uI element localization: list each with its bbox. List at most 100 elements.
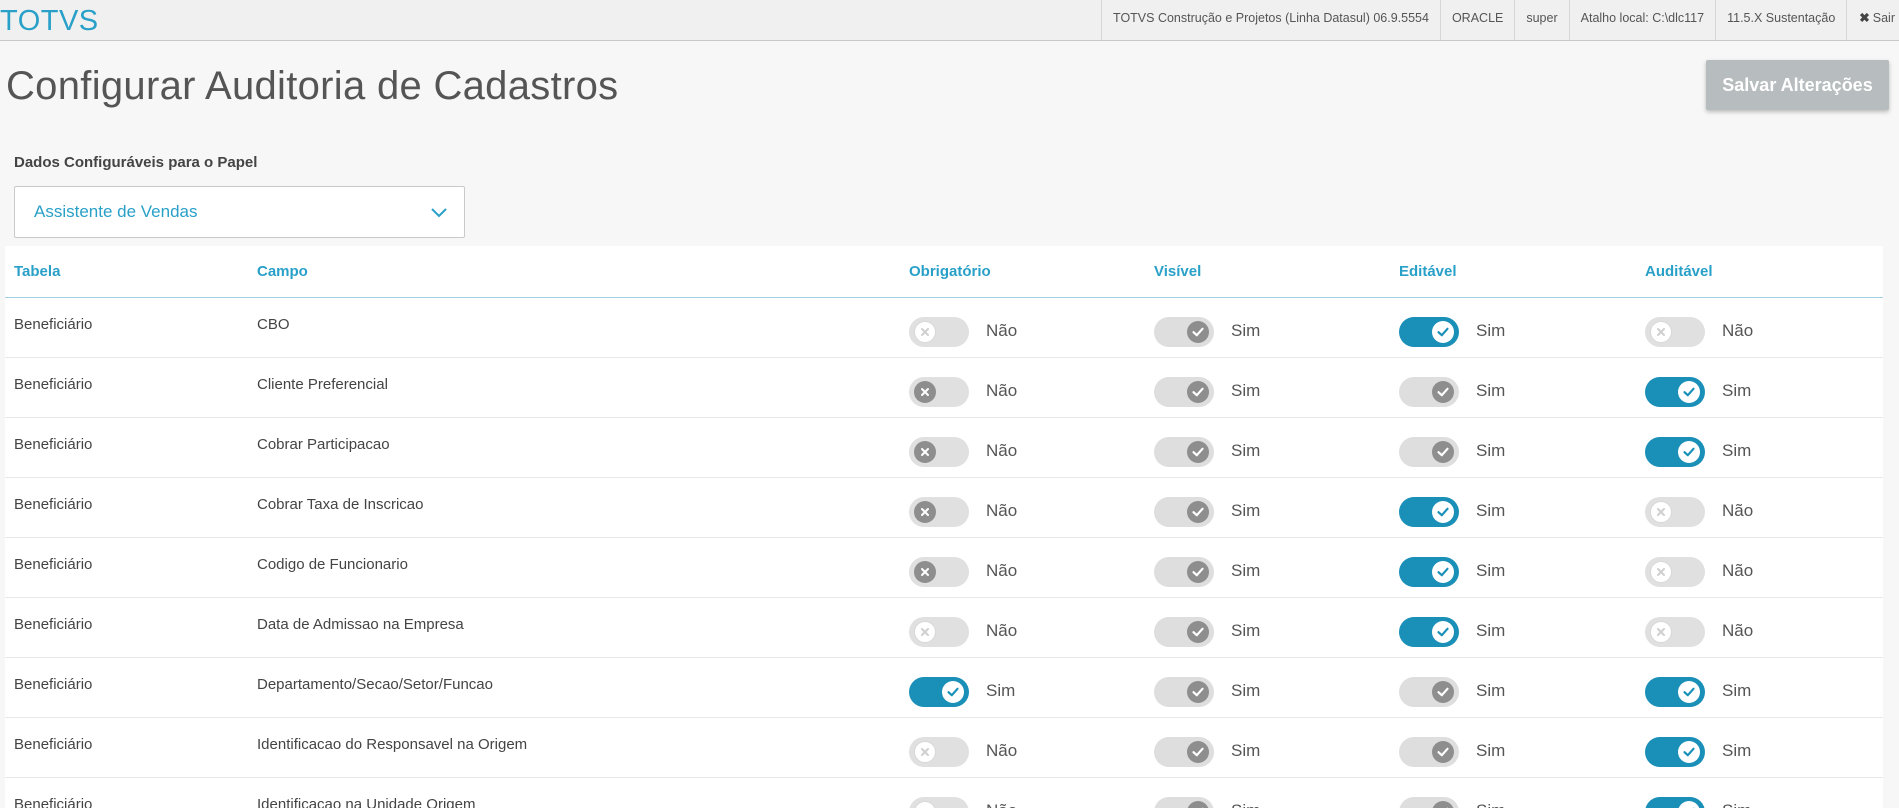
role-select[interactable]: Assistente de Vendas (14, 186, 465, 238)
toggle-editavel[interactable] (1399, 377, 1459, 407)
check-icon (1187, 441, 1209, 463)
toggle-auditavel-label: Sim (1722, 741, 1752, 760)
top-info-bar: TOTVS Construção e Projetos (Linha Datas… (1101, 0, 1899, 40)
x-icon (914, 501, 936, 523)
user-info: super (1514, 0, 1568, 40)
x-icon (914, 621, 936, 643)
toggle-obrigatorio-label: Não (986, 441, 1018, 460)
cell-campo: Codigo de Funcionario (257, 556, 408, 573)
toggle-visivel-label: Sim (1231, 681, 1261, 700)
toggle-auditavel[interactable] (1645, 797, 1705, 808)
toggle-visivel[interactable] (1154, 377, 1214, 407)
toggle-auditavel[interactable] (1645, 317, 1705, 347)
page-title: Configurar Auditoria de Cadastros (6, 64, 619, 108)
toggle-auditavel[interactable] (1645, 497, 1705, 527)
toggle-auditavel-label: Não (1722, 621, 1754, 640)
toggle-obrigatorio[interactable] (909, 437, 969, 467)
table-row: Beneficiário Cliente Preferencial Não Sim Si… (5, 358, 1883, 418)
toggle-visivel[interactable] (1154, 797, 1214, 808)
toggle-visivel-label: Sim (1231, 441, 1261, 460)
toggle-visivel[interactable] (1154, 317, 1214, 347)
cell-tabela: Beneficiário (14, 556, 93, 573)
toggle-editavel-label: Sim (1476, 681, 1506, 700)
exit-label: Sair (1872, 11, 1895, 25)
col-header-visivel[interactable]: Visível (1154, 263, 1201, 280)
toggle-obrigatorio[interactable] (909, 557, 969, 587)
toggle-obrigatorio[interactable] (909, 797, 969, 808)
toggle-editavel[interactable] (1399, 737, 1459, 767)
check-icon (1187, 381, 1209, 403)
col-header-obrigatorio[interactable]: Obrigatório (909, 263, 991, 280)
toggle-editavel-label: Sim (1476, 381, 1506, 400)
toggle-auditavel-label: Sim (1722, 381, 1752, 400)
toggle-obrigatorio-label: Não (986, 801, 1017, 808)
col-header-editavel[interactable]: Editável (1399, 263, 1457, 280)
toggle-obrigatorio-label: Não (986, 381, 1018, 400)
toggle-editavel[interactable] (1399, 557, 1459, 587)
toggle-obrigatorio[interactable] (909, 377, 969, 407)
toggle-visivel-label: Sim (1231, 801, 1260, 808)
check-icon (1187, 741, 1209, 763)
toggle-auditavel[interactable] (1645, 557, 1705, 587)
toggle-obrigatorio-label: Não (986, 501, 1018, 520)
cell-tabela: Beneficiário (14, 376, 93, 393)
toggle-auditavel-label: Não (1722, 501, 1754, 520)
toggle-editavel[interactable] (1399, 677, 1459, 707)
toggle-visivel[interactable] (1154, 677, 1214, 707)
toggle-editavel[interactable] (1399, 317, 1459, 347)
check-icon (1432, 381, 1454, 403)
check-icon (1432, 441, 1454, 463)
cell-campo: Cobrar Participacao (257, 436, 390, 453)
cell-campo: Identificacao na Unidade Origem (257, 796, 476, 808)
toggle-editavel[interactable] (1399, 437, 1459, 467)
toggle-editavel-label: Sim (1476, 741, 1506, 760)
check-icon (942, 681, 964, 703)
toggle-visivel[interactable] (1154, 557, 1214, 587)
toggle-visivel[interactable] (1154, 737, 1214, 767)
table-row: Beneficiário Data de Admissao na Empresa N… (5, 598, 1883, 658)
col-header-campo[interactable]: Campo (257, 263, 308, 280)
table-row: Beneficiário Departamento/Secao/Setor/Fun… (5, 658, 1883, 718)
toggle-editavel-label: Sim (1476, 501, 1506, 520)
col-header-auditavel[interactable]: Auditável (1645, 263, 1713, 280)
check-icon (1678, 381, 1700, 403)
toggle-obrigatorio[interactable] (909, 677, 969, 707)
table-row: Beneficiário Cobrar Participacao Não Sim Sim… (5, 418, 1883, 478)
toggle-auditavel[interactable] (1645, 617, 1705, 647)
toggle-obrigatorio[interactable] (909, 617, 969, 647)
toggle-editavel[interactable] (1399, 617, 1459, 647)
brand-logo[interactable]: TOTVS (0, 5, 99, 38)
cell-campo: Identificacao do Responsavel na Origem (257, 736, 528, 753)
x-icon (914, 801, 936, 808)
toggle-obrigatorio[interactable] (909, 317, 969, 347)
toggle-visivel[interactable] (1154, 497, 1214, 527)
toggle-visivel[interactable] (1154, 617, 1214, 647)
toggle-editavel[interactable] (1399, 497, 1459, 527)
x-icon (1650, 621, 1672, 643)
toggle-obrigatorio[interactable] (909, 497, 969, 527)
toggle-obrigatorio[interactable] (909, 737, 969, 767)
cell-tabela: Beneficiário (14, 496, 93, 513)
toggle-visivel[interactable] (1154, 437, 1214, 467)
toggle-visivel-label: Sim (1231, 501, 1261, 520)
toggle-auditavel[interactable] (1645, 677, 1705, 707)
check-icon (1678, 801, 1700, 808)
toggle-obrigatorio-label: Sim (986, 681, 1016, 700)
save-button[interactable]: Salvar Alterações (1706, 60, 1889, 110)
x-icon (914, 381, 936, 403)
toggle-auditavel[interactable] (1645, 737, 1705, 767)
toggle-visivel-label: Sim (1231, 561, 1261, 580)
toggle-auditavel-label: Sim (1722, 801, 1751, 808)
toggle-auditavel[interactable] (1645, 377, 1705, 407)
col-header-tabela[interactable]: Tabela (14, 263, 60, 280)
exit-button[interactable]: ✖ Sair (1846, 0, 1899, 40)
table-header: Tabela Campo Obrigatório Visível Editáve… (5, 246, 1883, 298)
toggle-editavel-label: Sim (1476, 321, 1506, 340)
x-icon (914, 321, 936, 343)
toggle-auditavel-label: Sim (1722, 681, 1752, 700)
toggle-visivel-label: Sim (1231, 381, 1261, 400)
toggle-editavel[interactable] (1399, 797, 1459, 808)
table-row: Beneficiário Cobrar Taxa de Inscricao Não S… (5, 478, 1883, 538)
cell-tabela: Beneficiário (14, 436, 93, 453)
toggle-auditavel[interactable] (1645, 437, 1705, 467)
